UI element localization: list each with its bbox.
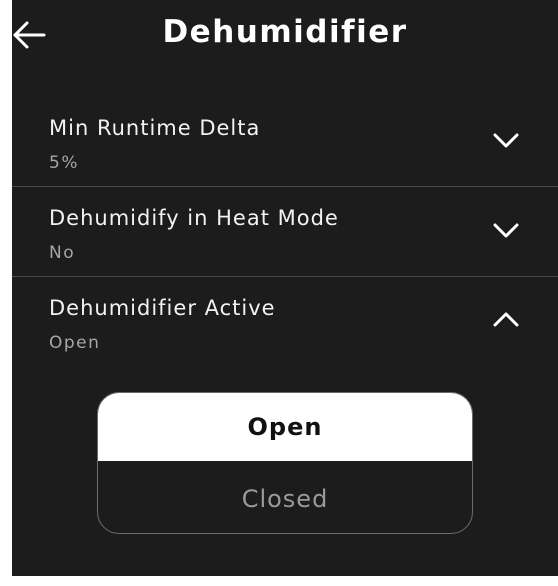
- setting-label: Min Runtime Delta: [49, 116, 261, 140]
- option-closed[interactable]: Closed: [98, 465, 472, 533]
- setting-dehumidify-in-heat-mode[interactable]: Dehumidify in Heat Mode No: [12, 186, 558, 277]
- page-title: Dehumidifier: [162, 14, 408, 50]
- chevron-up-icon[interactable]: [492, 310, 520, 330]
- dehumidifier-settings-screen: Dehumidifier Min Runtime Delta 5% Dehumi…: [12, 0, 558, 576]
- setting-label: Dehumidify in Heat Mode: [49, 206, 339, 230]
- dehumidifier-active-picker: Open Closed: [97, 392, 473, 534]
- setting-dehumidifier-active[interactable]: Dehumidifier Active Open: [12, 276, 558, 366]
- chevron-down-icon[interactable]: [492, 220, 520, 240]
- setting-min-runtime-delta[interactable]: Min Runtime Delta 5%: [12, 96, 558, 187]
- setting-value: 5%: [49, 153, 79, 173]
- option-open[interactable]: Open: [98, 393, 472, 461]
- setting-value: No: [49, 243, 76, 263]
- setting-label: Dehumidifier Active: [49, 296, 276, 320]
- chevron-down-icon[interactable]: [492, 130, 520, 150]
- setting-value: Open: [49, 333, 101, 353]
